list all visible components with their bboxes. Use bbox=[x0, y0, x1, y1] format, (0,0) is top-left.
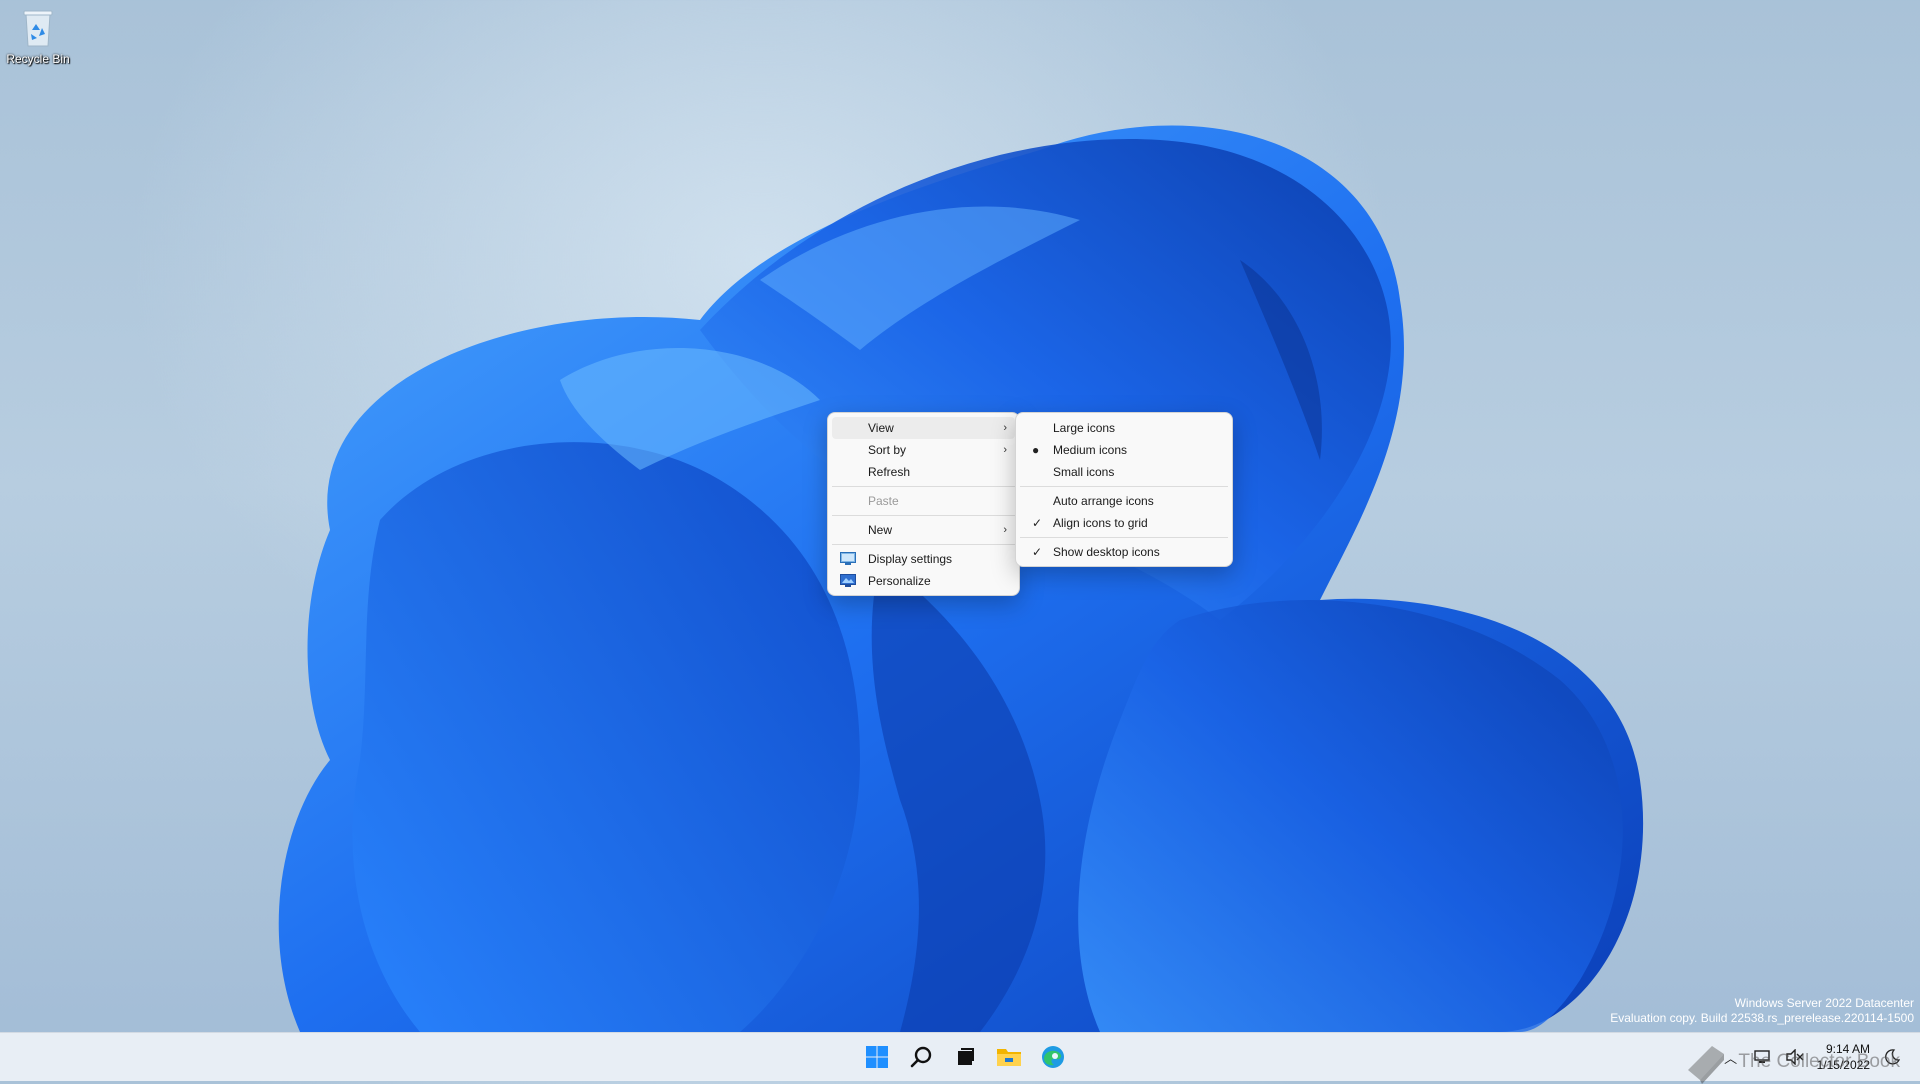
menu-separator bbox=[832, 486, 1015, 487]
file-explorer-button[interactable] bbox=[990, 1038, 1028, 1076]
menu-item-label: Refresh bbox=[868, 465, 911, 479]
submenu-item-show-desktop-icons[interactable]: ✓ Show desktop icons bbox=[1020, 541, 1228, 563]
task-view-button[interactable] bbox=[946, 1038, 984, 1076]
network-icon bbox=[1753, 1050, 1770, 1063]
menu-item-new[interactable]: New › bbox=[832, 519, 1015, 541]
start-button[interactable] bbox=[858, 1038, 896, 1076]
volume-button[interactable] bbox=[1785, 1047, 1805, 1067]
menu-item-label: Personalize bbox=[868, 574, 931, 588]
chevron-right-icon: › bbox=[1003, 422, 1007, 434]
recycle-bin-icon bbox=[23, 10, 53, 47]
menu-item-label: Align icons to grid bbox=[1053, 516, 1148, 530]
menu-item-label: Sort by bbox=[868, 443, 907, 457]
recycle-bin-label: Recycle Bin bbox=[6, 52, 70, 66]
edge-button[interactable] bbox=[1034, 1038, 1072, 1076]
system-tray: ︿ 9:14 AM 1/15/2022 bbox=[1721, 1033, 1902, 1081]
search-button[interactable] bbox=[902, 1038, 940, 1076]
menu-item-label: View bbox=[868, 421, 894, 435]
watermark-build: Evaluation copy. Build 22538.rs_prerelea… bbox=[1610, 1011, 1914, 1025]
checkmark-icon: ✓ bbox=[1032, 516, 1043, 530]
personalize-icon bbox=[840, 574, 856, 587]
edge-icon bbox=[1042, 1046, 1064, 1068]
chevron-up-icon: ︿ bbox=[1724, 1050, 1738, 1066]
submenu-item-large-icons[interactable]: Large icons bbox=[1020, 417, 1228, 439]
task-view-icon bbox=[958, 1048, 974, 1065]
os-evaluation-watermark: Windows Server 2022 Datacenter Evaluatio… bbox=[1610, 996, 1914, 1026]
chevron-right-icon: › bbox=[1003, 524, 1007, 536]
menu-item-label: New bbox=[868, 523, 893, 537]
submenu-item-medium-icons[interactable]: ● Medium icons bbox=[1020, 439, 1228, 461]
menu-item-refresh[interactable]: Refresh bbox=[832, 461, 1015, 483]
menu-separator bbox=[1020, 537, 1228, 538]
file-explorer-icon bbox=[997, 1049, 1021, 1066]
submenu-item-small-icons[interactable]: Small icons bbox=[1020, 461, 1228, 483]
recycle-bin-shortcut[interactable]: Recycle Bin bbox=[4, 6, 72, 66]
menu-item-paste: Paste bbox=[832, 490, 1015, 512]
menu-item-label: Small icons bbox=[1053, 465, 1115, 479]
watermark-edition: Windows Server 2022 Datacenter bbox=[1734, 996, 1914, 1010]
notifications-button[interactable] bbox=[1882, 1047, 1902, 1067]
menu-item-label: Auto arrange icons bbox=[1053, 494, 1154, 508]
menu-item-label: Medium icons bbox=[1053, 443, 1128, 457]
desktop-context-menu: View › Sort by › Refresh Paste New › Dis… bbox=[827, 412, 1020, 596]
menu-item-display-settings[interactable]: Display settings bbox=[832, 548, 1015, 570]
notification-moon-icon bbox=[1885, 1049, 1900, 1065]
menu-separator bbox=[832, 544, 1015, 545]
taskbar: ︿ 9:14 AM 1/15/2022 bbox=[0, 1032, 1920, 1081]
menu-item-label: Show desktop icons bbox=[1053, 545, 1160, 559]
menu-item-label: Paste bbox=[868, 494, 899, 508]
display-icon bbox=[840, 552, 856, 565]
menu-item-personalize[interactable]: Personalize bbox=[832, 570, 1015, 592]
menu-item-label: Large icons bbox=[1053, 421, 1116, 435]
menu-item-view[interactable]: View › bbox=[832, 417, 1015, 439]
taskbar-clock[interactable]: 9:14 AM 1/15/2022 bbox=[1817, 1041, 1870, 1073]
submenu-item-auto-arrange[interactable]: Auto arrange icons bbox=[1020, 490, 1228, 512]
volume-muted-icon bbox=[1785, 1049, 1804, 1065]
chevron-right-icon: › bbox=[1003, 444, 1007, 456]
clock-time: 9:14 AM bbox=[1825, 1042, 1870, 1056]
taskbar-pinned-apps bbox=[858, 1033, 1072, 1081]
menu-separator bbox=[1020, 486, 1228, 487]
menu-item-sort-by[interactable]: Sort by › bbox=[832, 439, 1015, 461]
menu-separator bbox=[832, 515, 1015, 516]
submenu-item-align-to-grid[interactable]: ✓ Align icons to grid bbox=[1020, 512, 1228, 534]
show-hidden-icons-button[interactable]: ︿ bbox=[1721, 1047, 1741, 1067]
menu-item-label: Display settings bbox=[868, 552, 953, 566]
clock-date: 1/15/2022 bbox=[1816, 1058, 1870, 1072]
search-icon bbox=[910, 1046, 932, 1068]
checkmark-icon: ✓ bbox=[1032, 545, 1043, 559]
start-icon bbox=[866, 1046, 888, 1068]
view-submenu: Large icons ● Medium icons Small icons A… bbox=[1015, 412, 1233, 567]
network-button[interactable] bbox=[1753, 1047, 1773, 1067]
bullet-icon: ● bbox=[1032, 443, 1040, 457]
